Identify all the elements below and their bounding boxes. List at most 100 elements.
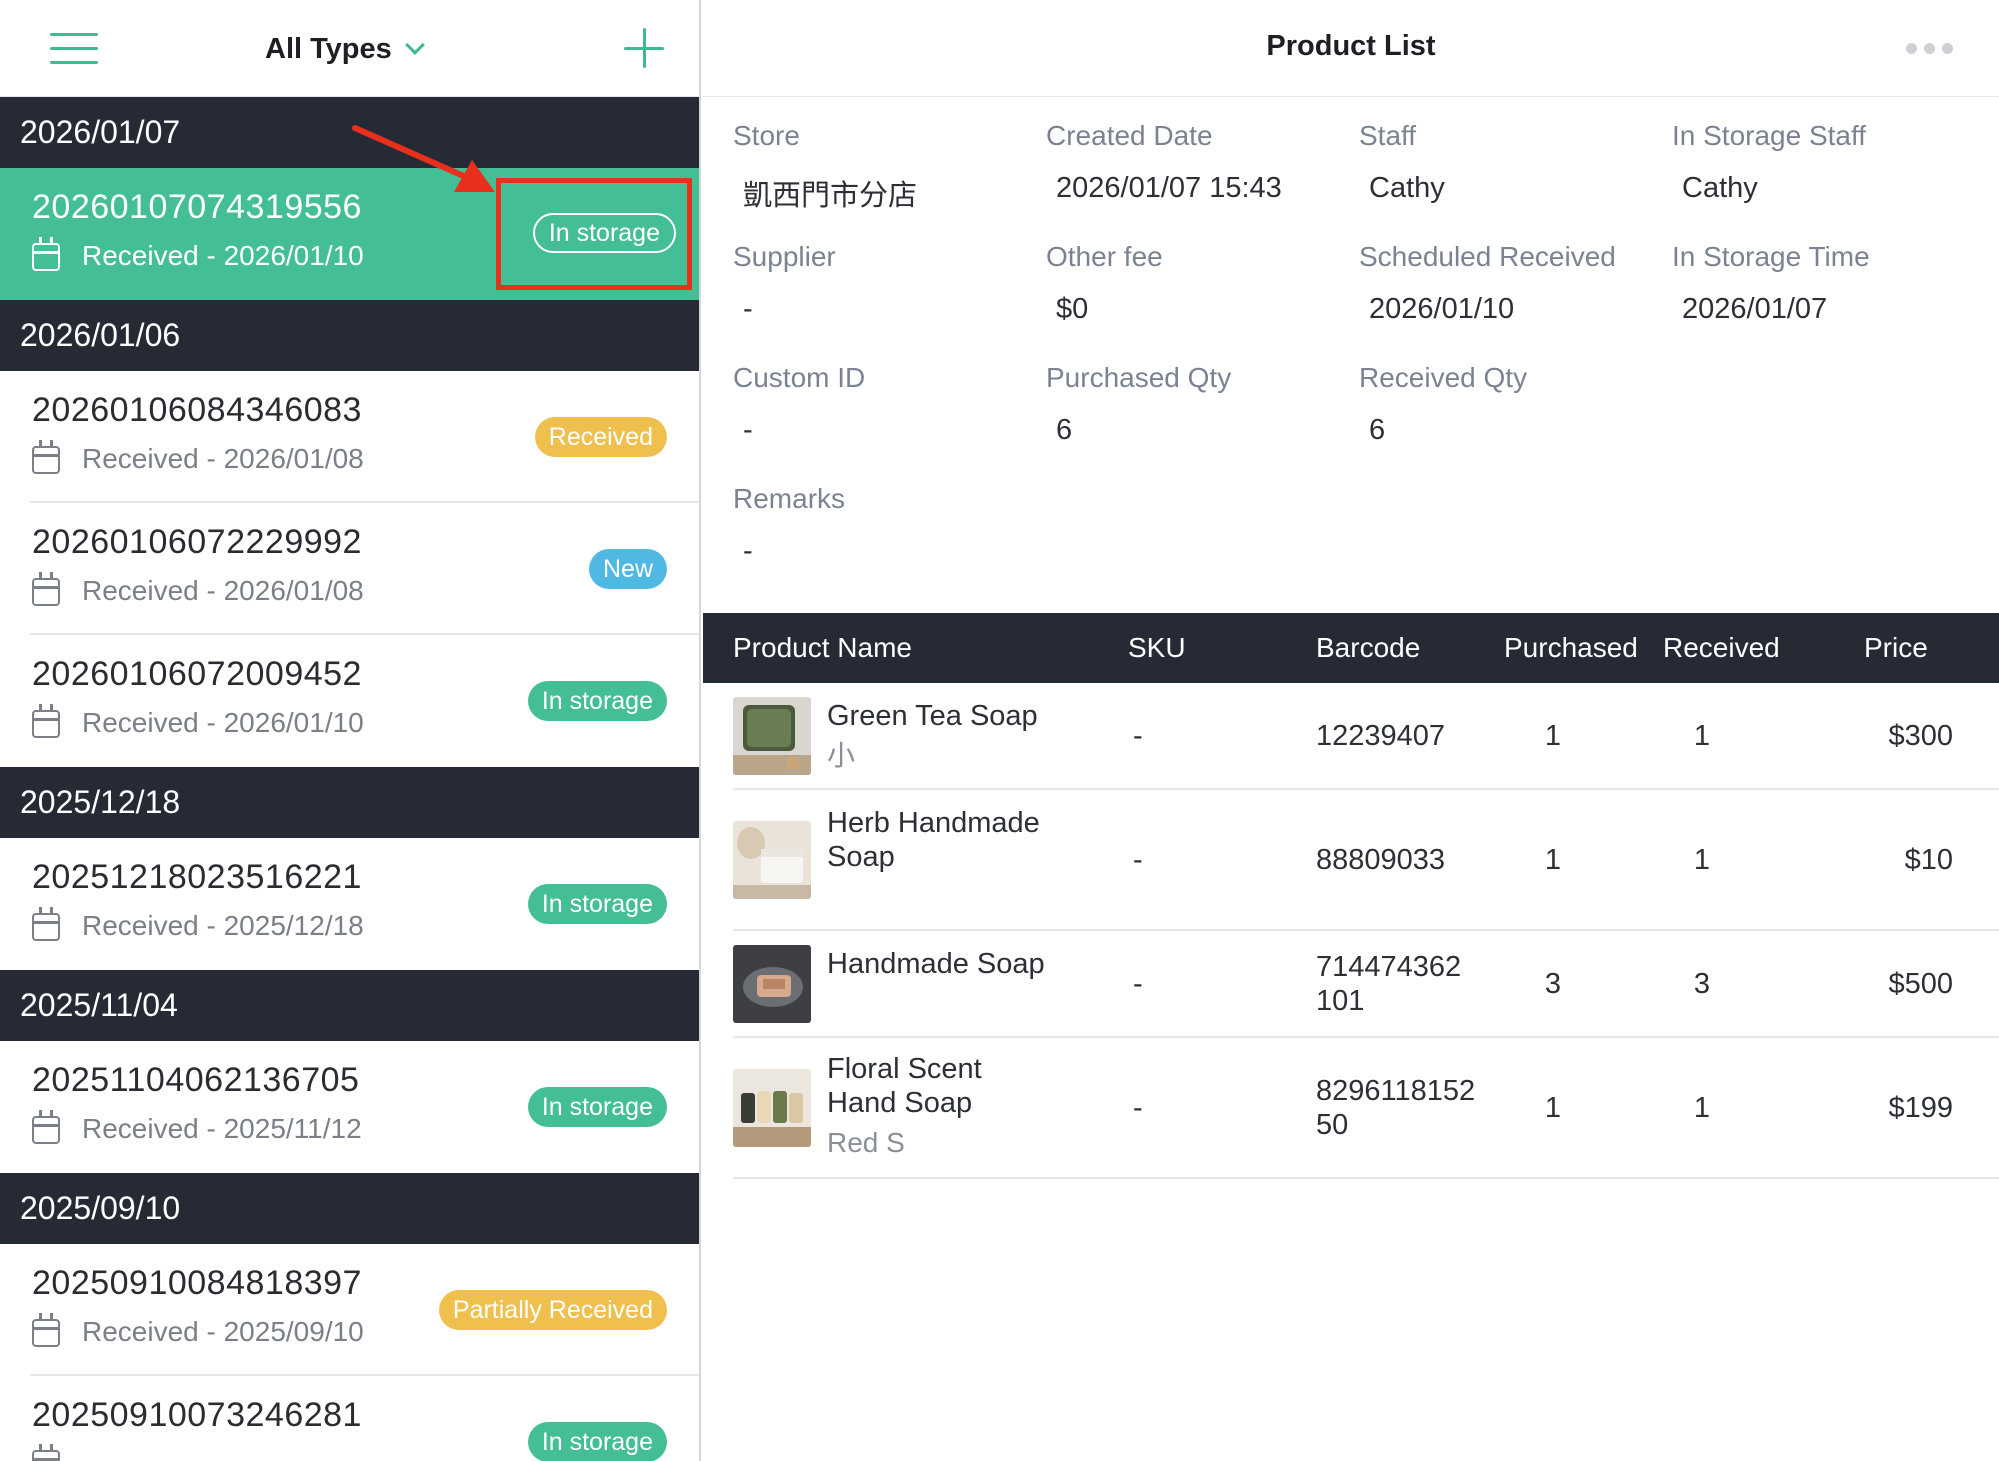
purchased-cell: 1	[1544, 720, 1562, 752]
list-item-order[interactable]: 20250910073246281 In storage	[0, 1376, 699, 1461]
received-cell: 1	[1693, 720, 1711, 752]
info-value: -	[743, 535, 753, 567]
order-received-date	[32, 1444, 82, 1461]
price-cell: $500	[1888, 968, 1953, 1000]
info-store: Store 凱西門市分店	[733, 120, 1033, 214]
received-cell: 3	[1693, 968, 1711, 1000]
product-name-cell: Herb Handmade Soap	[827, 806, 1057, 874]
date-group-header: 2026/01/07	[0, 97, 699, 168]
info-label: Received Qty	[1359, 362, 1528, 393]
sku-cell: -	[1133, 1092, 1143, 1124]
order-received-date: Received - 2025/11/12	[32, 1110, 362, 1145]
order-received-date: Received - 2026/01/08	[32, 440, 364, 475]
order-received-text: Received - 2025/09/10	[82, 1316, 364, 1347]
table-row[interactable]: Herb Handmade Soap - 88809033 1 1 $10	[733, 790, 1999, 931]
barcode-cell: 714474362101	[1316, 951, 1462, 1017]
order-received-text: Received - 2025/11/12	[82, 1113, 362, 1144]
status-badge: In storage	[527, 1422, 667, 1461]
table-row[interactable]: Handmade Soap - 714474362101 3 3 $500	[733, 931, 1999, 1038]
product-name: Herb Handmade Soap	[827, 807, 1040, 873]
sku-cell: -	[1133, 720, 1143, 752]
info-value: 2026/01/10	[1369, 293, 1515, 325]
info-label: In Storage Time	[1672, 241, 1870, 272]
product-name-cell: Floral Scent Hand Soap Red S	[827, 1052, 1057, 1160]
info-in-storage-staff: In Storage Staff Cathy	[1672, 120, 1972, 205]
info-scheduled-received: Scheduled Received 2026/01/10	[1359, 241, 1659, 326]
info-remarks: Remarks -	[733, 483, 1033, 568]
calendar-icon	[32, 1313, 60, 1347]
info-value: 6	[1056, 414, 1073, 446]
list-item-order[interactable]: 20260106084346083 Received - 2026/01/08 …	[0, 371, 699, 503]
info-value: Cathy	[1682, 172, 1758, 204]
column-header-price: Price	[1864, 632, 1928, 663]
calendar-icon	[32, 907, 60, 941]
info-other-fee: Other fee $0	[1046, 241, 1346, 326]
product-thumbnail	[733, 1069, 811, 1147]
order-id: 20250910073246281	[32, 1396, 362, 1434]
barcode-cell: 88809033	[1316, 844, 1446, 876]
list-item-order[interactable]: 20260107074319556 Received - 2026/01/10 …	[0, 168, 699, 300]
sku-cell: -	[1133, 844, 1143, 876]
product-thumbnail	[733, 945, 811, 1023]
info-value: -	[743, 414, 753, 446]
product-name-cell: Handmade Soap	[827, 947, 1057, 981]
info-staff: Staff Cathy	[1359, 120, 1659, 205]
order-received-date: Received - 2026/01/10	[32, 237, 364, 272]
list-item-order[interactable]: 20251218023516221 Received - 2025/12/18 …	[0, 838, 699, 970]
calendar-icon	[32, 1110, 60, 1144]
sku-cell: -	[1133, 968, 1143, 1000]
order-list: 2026/01/07 20260107074319556 Received - …	[0, 97, 699, 1461]
status-badge: New	[588, 549, 667, 589]
product-name-cell: Green Tea Soap 小	[827, 699, 1057, 773]
info-value: 2026/01/07 15:43	[1056, 172, 1282, 204]
add-order-icon[interactable]	[624, 28, 664, 68]
info-label: Remarks	[733, 483, 846, 514]
order-id: 20250910084818397	[32, 1264, 362, 1302]
order-received-date: Received - 2026/01/08	[32, 572, 364, 607]
list-item-order[interactable]: 20251104062136705 Received - 2025/11/12 …	[0, 1041, 699, 1173]
price-cell: $10	[1904, 844, 1953, 876]
table-row[interactable]: Green Tea Soap 小 - 12239407 1 1 $300	[733, 683, 1999, 790]
order-id: 20251104062136705	[32, 1061, 360, 1099]
info-value: Cathy	[1369, 172, 1445, 204]
info-label: Supplier	[733, 241, 836, 272]
info-label: In Storage Staff	[1672, 120, 1867, 151]
info-label: Staff	[1359, 120, 1417, 151]
chevron-down-icon	[404, 35, 425, 55]
price-cell: $300	[1888, 720, 1953, 752]
menu-icon[interactable]	[50, 33, 98, 65]
info-label: Other fee	[1046, 241, 1163, 272]
info-value: 6	[1369, 414, 1386, 446]
order-received-text: Received - 2026/01/08	[82, 575, 364, 606]
product-name: Green Tea Soap	[827, 700, 1038, 732]
table-row[interactable]: Floral Scent Hand Soap Red S - 829611815…	[733, 1038, 1999, 1179]
order-list-pane: All Types 2026/01/07 20260107074319556 R…	[0, 0, 701, 1461]
product-thumbnail	[733, 821, 811, 899]
type-filter-label: All Types	[265, 32, 392, 65]
status-badge: In storage	[527, 1087, 667, 1127]
info-received-qty: Received Qty 6	[1359, 362, 1659, 447]
info-value: $0	[1056, 293, 1089, 325]
column-header-sku: SKU	[1128, 632, 1186, 663]
product-name: Handmade Soap	[827, 948, 1045, 980]
barcode-cell: 829611815250	[1316, 1075, 1476, 1141]
list-item-order[interactable]: 20260106072229992 Received - 2026/01/08 …	[0, 503, 699, 635]
order-id: 20251218023516221	[32, 858, 362, 896]
order-id: 20260106084346083	[32, 391, 362, 429]
info-label: Purchased Qty	[1046, 362, 1232, 393]
list-item-order[interactable]: 20260106072009452 Received - 2026/01/10 …	[0, 635, 699, 767]
more-options-icon[interactable]	[1906, 43, 1953, 54]
product-table-body: Green Tea Soap 小 - 12239407 1 1 $300 Her…	[733, 683, 1999, 1179]
calendar-icon	[32, 440, 60, 474]
detail-toolbar: Product List	[703, 0, 1999, 97]
order-list-toolbar: All Types	[0, 0, 699, 97]
status-badge: In storage	[532, 213, 676, 253]
date-group-header: 2026/01/06	[0, 300, 699, 371]
order-id: 20260107074319556	[32, 188, 362, 226]
calendar-icon	[32, 572, 60, 606]
list-item-order[interactable]: 20250910084818397 Received - 2025/09/10 …	[0, 1244, 699, 1376]
barcode-cell: 12239407	[1316, 720, 1446, 752]
info-in-storage-time: In Storage Time 2026/01/07	[1672, 241, 1972, 326]
product-name: Floral Scent Hand Soap	[827, 1053, 982, 1119]
type-filter-dropdown[interactable]: All Types	[265, 29, 425, 69]
